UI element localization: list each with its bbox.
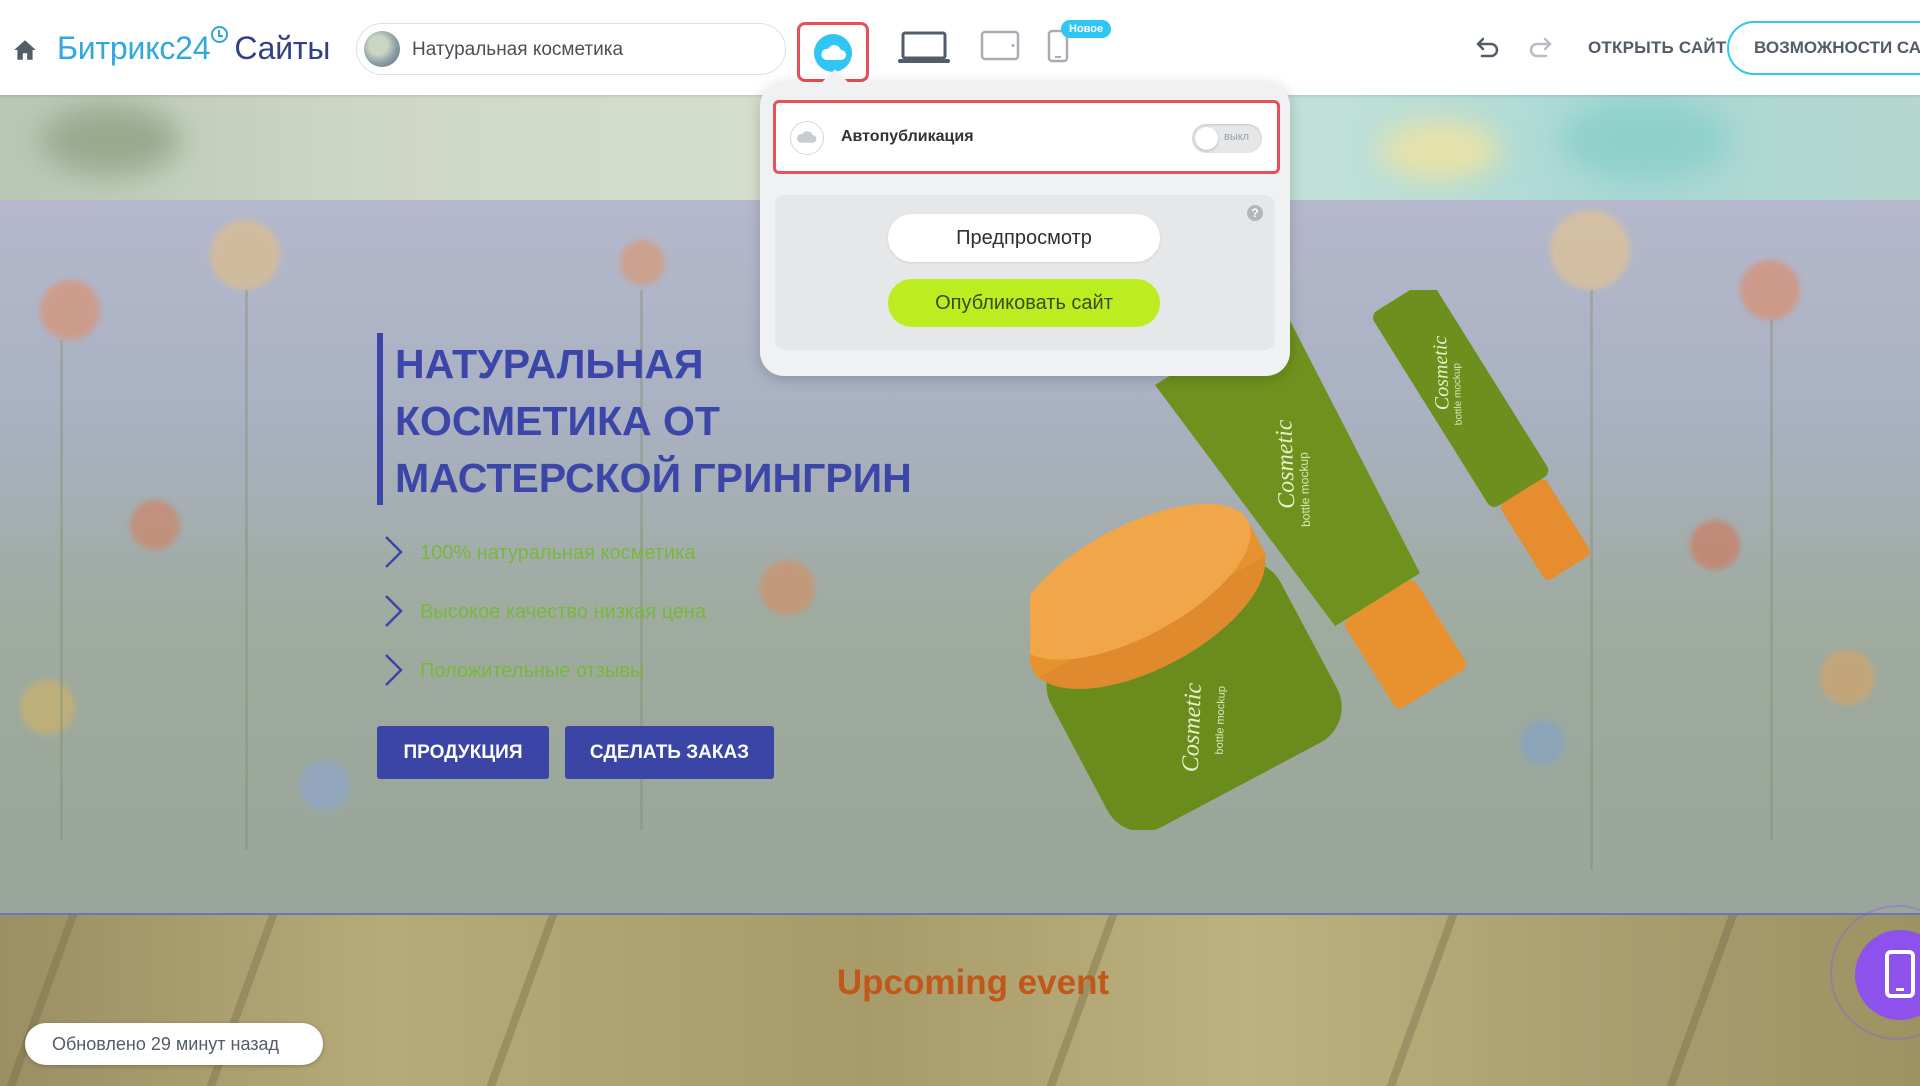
logo-brand: Битрикс24 <box>57 30 211 66</box>
feature-text: Положительные отзывы <box>420 660 645 682</box>
autopublish-label: Автопубликация <box>841 128 974 145</box>
publish-popup: Автопубликация выкл ? Предпросмотр Опубл… <box>760 82 1290 376</box>
publish-actions: ? Предпросмотр Опубликовать сайт <box>775 195 1275 350</box>
site-selector[interactable]: Натуральная косметика <box>356 23 786 75</box>
product-label: Cosmetic <box>1178 682 1207 773</box>
decor-flower <box>1740 260 1800 320</box>
updated-status-text: Обновлено 29 минут назад <box>52 1034 280 1054</box>
site-avatar <box>364 31 400 67</box>
product-sublabel: bottle mockup <box>1296 452 1313 527</box>
decor-flower <box>1690 520 1740 570</box>
product-sublabel: bottle mockup <box>1452 362 1465 425</box>
undo-icon[interactable] <box>1474 33 1502 61</box>
new-badge: Новое <box>1061 20 1112 38</box>
products-button[interactable]: ПРОДУКЦИЯ <box>377 726 549 779</box>
top-bar: Битрикс24 Сайты Натуральная косметика Нов… <box>0 0 1920 95</box>
site-name: Натуральная косметика <box>412 39 624 60</box>
product-label: Cosmetic <box>1429 335 1454 410</box>
fab-inner <box>1855 930 1920 1020</box>
decor-blot <box>40 105 180 175</box>
chevron-right-icon <box>385 595 403 627</box>
feature-text: Высокое качество низкая цена <box>420 601 707 623</box>
decor-stem <box>245 290 248 850</box>
site-features-label: ВОЗМОЖНОСТИ САЙТА <box>1754 38 1920 57</box>
decor-blot <box>1380 120 1500 180</box>
decor-flower <box>40 280 100 340</box>
decor-flower <box>1820 650 1875 705</box>
preview-button[interactable]: Предпросмотр <box>888 214 1160 262</box>
chevron-right-icon <box>385 654 403 686</box>
decor-stem <box>60 340 63 840</box>
logo-product: Сайты <box>234 30 331 66</box>
decor-blot <box>1560 100 1730 180</box>
hero-title-line: МАСТЕРСКОЙ ГРИНГРИН <box>395 455 912 501</box>
publish-site-button[interactable]: Опубликовать сайт <box>888 279 1160 327</box>
decor-stem <box>1770 320 1773 840</box>
help-icon[interactable]: ? <box>1247 205 1263 221</box>
toggle-state-label: выкл <box>1224 131 1250 143</box>
clock-icon <box>211 26 229 43</box>
hero-title-line: КОСМЕТИКА ОТ <box>395 398 720 444</box>
decor-flower <box>1550 210 1630 290</box>
autopublish-row[interactable]: Автопубликация выкл <box>773 100 1280 174</box>
updated-status-pill: Обновлено 29 минут назад <box>25 1023 323 1065</box>
feature-text: 100% натуральная косметика <box>420 542 696 564</box>
open-site-link[interactable]: ОТКРЫТЬ САЙТ <box>1588 38 1726 58</box>
cloud-icon <box>790 121 824 155</box>
decor-flower <box>620 240 665 285</box>
decor-flower <box>760 560 815 615</box>
decor-flower <box>20 680 75 735</box>
desktop-icon[interactable] <box>897 30 951 66</box>
product-sublabel: bottle mockup <box>1214 686 1228 755</box>
autopublish-toggle[interactable]: выкл <box>1192 124 1262 153</box>
app-logo[interactable]: Битрикс24 Сайты <box>57 26 331 67</box>
phone-icon <box>1885 950 1915 998</box>
upcoming-event-title: Upcoming event <box>836 963 1110 1002</box>
chevron-right-icon <box>385 536 403 568</box>
cloud-icon <box>814 34 852 72</box>
site-features-button[interactable]: ВОЗМОЖНОСТИ САЙТА <box>1727 21 1920 75</box>
decor-flower <box>130 500 180 550</box>
tablet-icon[interactable] <box>980 30 1020 62</box>
title-accent-bar <box>377 333 383 505</box>
order-button[interactable]: СДЕЛАТЬ ЗАКАЗ <box>565 726 774 779</box>
decor-flower <box>210 220 280 290</box>
home-icon[interactable] <box>12 37 38 63</box>
redo-icon[interactable] <box>1526 33 1554 61</box>
decor-flower <box>300 760 350 810</box>
toggle-knob <box>1195 127 1218 150</box>
